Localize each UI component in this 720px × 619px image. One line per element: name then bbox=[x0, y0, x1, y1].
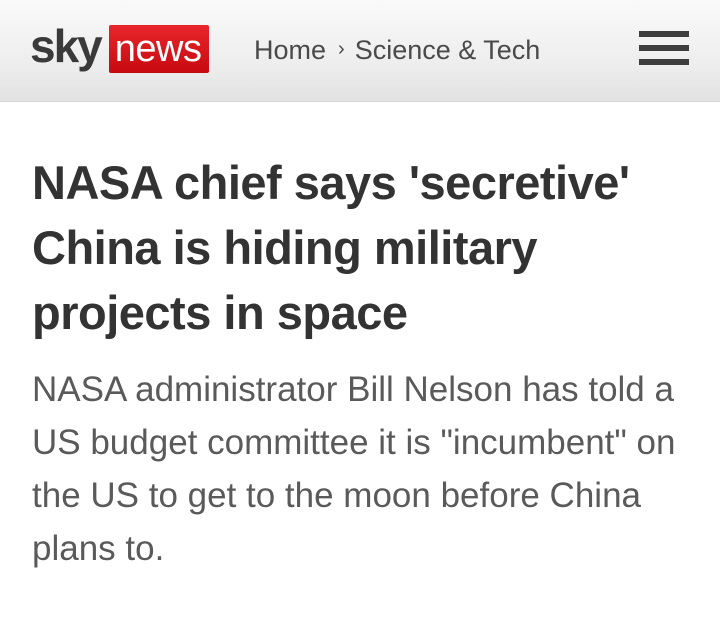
site-header: sky news Home › Science & Tech bbox=[0, 0, 720, 102]
chevron-right-icon: › bbox=[338, 37, 345, 60]
menu-bar-top bbox=[639, 31, 689, 37]
article-headline: NASA chief says 'secretive' China is hid… bbox=[32, 156, 630, 339]
breadcrumb-section-link[interactable]: Science & Tech bbox=[355, 35, 541, 66]
article: NASA chief says 'secretive' China is hid… bbox=[32, 150, 688, 575]
logo-news-text: news bbox=[108, 25, 210, 73]
article-standfirst: NASA administrator Bill Nelson has told … bbox=[32, 370, 676, 568]
menu-bar-bottom bbox=[639, 59, 689, 65]
logo-sky-text: sky bbox=[30, 20, 103, 72]
menu-bar-middle bbox=[639, 45, 689, 51]
breadcrumb-home-link[interactable]: Home bbox=[254, 35, 326, 66]
breadcrumb: Home › Science & Tech bbox=[254, 32, 540, 68]
menu-button[interactable] bbox=[639, 31, 689, 65]
sky-news-logo[interactable]: sky news bbox=[30, 20, 210, 74]
